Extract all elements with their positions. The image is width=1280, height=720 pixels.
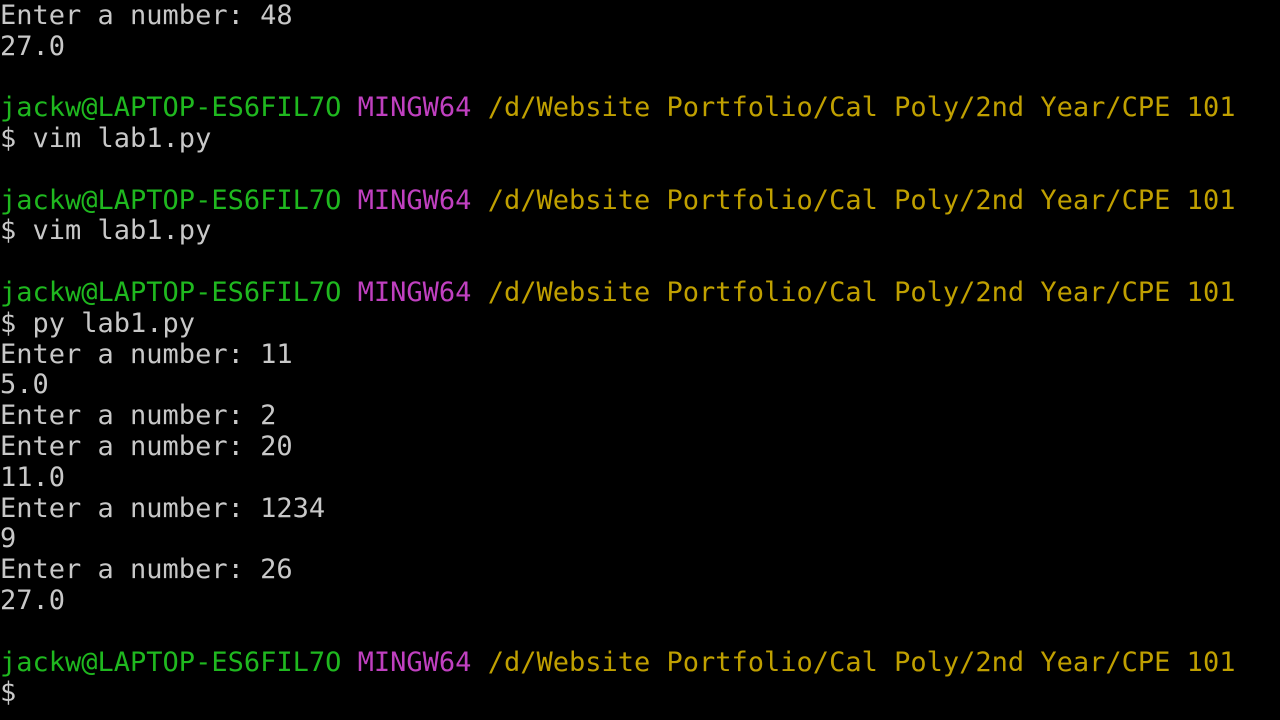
line-text: Enter a number: 11 xyxy=(0,338,293,370)
prompt-line: jackw@LAPTOP-ES6FIL7O MINGW64 /d/Website… xyxy=(0,92,1280,124)
prompt-user-host: jackw@LAPTOP-ES6FIL7O xyxy=(0,276,342,308)
prompt-system: MINGW64 xyxy=(357,646,472,678)
line-text: Enter a number: 1234 xyxy=(0,492,326,524)
output-line: 27.0 xyxy=(0,584,1280,617)
terminal-window[interactable]: $Enter a number: 4827.0jackw@LAPTOP-ES6F… xyxy=(0,0,1280,720)
command-line: $ vim lab1.py xyxy=(0,215,1280,247)
prompt-line: jackw@LAPTOP-ES6FIL7O MINGW64 /d/Website… xyxy=(0,276,1280,309)
output-line: 27.0 xyxy=(0,30,1280,63)
line-text: Enter a number: 2 xyxy=(0,400,277,432)
prompt-path: /d/Website Portfolio/Cal Poly/2nd Year/C… xyxy=(487,92,1236,124)
line-text: Enter a number: 48 xyxy=(0,0,293,31)
prompt-path: /d/Website Portfolio/Cal Poly/2nd Year/C… xyxy=(487,184,1236,216)
terminal-output: $Enter a number: 4827.0jackw@LAPTOP-ES6F… xyxy=(0,0,1280,709)
output-line: Enter a number: 11 xyxy=(0,338,1280,371)
prompt-user-host: jackw@LAPTOP-ES6FIL7O xyxy=(0,646,342,678)
output-line: 11.0 xyxy=(0,461,1280,494)
command-line: $ vim lab1.py xyxy=(0,122,1280,155)
output-line: Enter a number: 1234 xyxy=(0,492,1280,525)
line-text: $ py lab1.py xyxy=(0,307,196,339)
prompt-system: MINGW64 xyxy=(357,184,472,216)
output-line: 9 xyxy=(0,523,1280,555)
line-text: $ xyxy=(0,677,17,709)
line-text: 5.0 xyxy=(0,369,49,401)
line-text: Enter a number: 20 xyxy=(0,430,293,462)
prompt-path: /d/Website Portfolio/Cal Poly/2nd Year/C… xyxy=(487,276,1236,308)
line-text: Enter a number: 26 xyxy=(0,554,293,586)
output-line: Enter a number: 20 xyxy=(0,430,1280,463)
line-text: 11.0 xyxy=(0,461,66,493)
command-line: $ py lab1.py xyxy=(0,307,1280,340)
prompt-system: MINGW64 xyxy=(357,92,472,124)
prompt-user-host: jackw@LAPTOP-ES6FIL7O xyxy=(0,184,342,216)
prompt-system: MINGW64 xyxy=(357,276,472,308)
output-line: Enter a number: 26 xyxy=(0,554,1280,586)
line-text: $ vim lab1.py xyxy=(0,215,212,247)
output-line: Enter a number: 48 xyxy=(0,0,1280,32)
prompt-path: /d/Website Portfolio/Cal Poly/2nd Year/C… xyxy=(487,646,1236,678)
prompt-line: jackw@LAPTOP-ES6FIL7O MINGW64 /d/Website… xyxy=(0,646,1280,679)
line-text: 9 xyxy=(0,523,17,555)
prompt-user-host: jackw@LAPTOP-ES6FIL7O xyxy=(0,92,342,124)
line-text: $ vim lab1.py xyxy=(0,122,212,154)
line-text: 27.0 xyxy=(0,584,66,616)
output-line: 5.0 xyxy=(0,369,1280,401)
prompt-line: jackw@LAPTOP-ES6FIL7O MINGW64 /d/Website… xyxy=(0,184,1280,217)
command-line: $ xyxy=(0,677,1280,709)
output-line: Enter a number: 2 xyxy=(0,400,1280,432)
line-text: 27.0 xyxy=(0,30,66,62)
